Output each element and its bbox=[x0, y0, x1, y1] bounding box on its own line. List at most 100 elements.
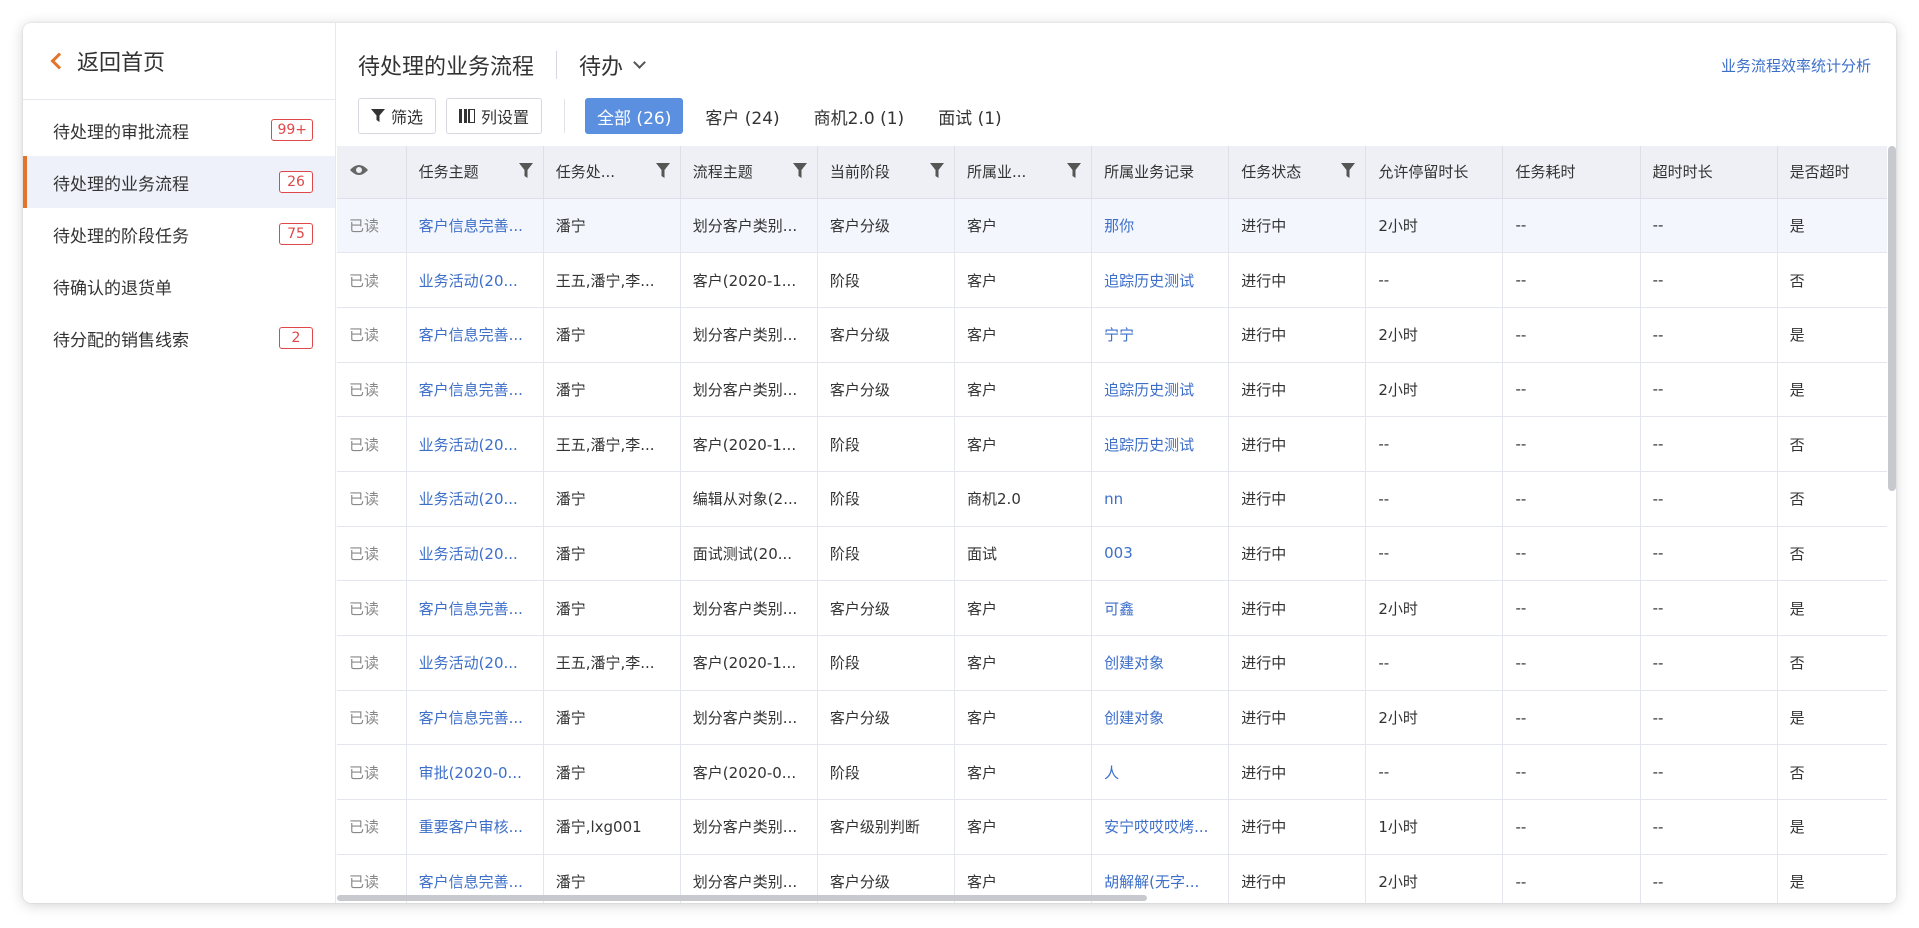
read-status-cell: 已读 bbox=[337, 416, 407, 472]
column-header[interactable]: 任务主题 bbox=[406, 146, 544, 199]
column-header[interactable]: 当前阶段 bbox=[817, 146, 956, 199]
business-record-link[interactable]: nn bbox=[1091, 471, 1230, 527]
business-record-link[interactable]: 创建对象 bbox=[1091, 690, 1230, 746]
table-cell: 潘宁,lxg001 bbox=[543, 799, 681, 855]
task-subject-link[interactable]: 业务活动(20... bbox=[406, 416, 544, 472]
tab-all[interactable]: 全部 (26) bbox=[585, 98, 684, 134]
column-settings-button[interactable]: 列设置 bbox=[446, 98, 543, 134]
task-subject-link[interactable]: 客户信息完善... bbox=[406, 362, 544, 418]
task-subject-link[interactable]: 审批(2020-0... bbox=[406, 744, 544, 801]
table-cell: 2小时 bbox=[1365, 690, 1504, 746]
table-cell: 进行中 bbox=[1228, 799, 1367, 855]
table-cell: 客户 bbox=[954, 635, 1093, 691]
table-row[interactable]: 已读 重要客户审核... 潘宁,lxg001 划分客户类别... 客户级别判断 客户 安宁哎… bbox=[337, 799, 1887, 855]
table-row[interactable]: 已读 客户信息完善... 潘宁 划分客户类别... 客户分级 客户 可鑫 进行中 2小时 -- --… bbox=[337, 580, 1887, 636]
table-cell: 进行中 bbox=[1228, 198, 1367, 254]
table-cell: 进行中 bbox=[1228, 307, 1367, 363]
tab-interview[interactable]: 面试 (1) bbox=[926, 98, 1013, 134]
table-row[interactable]: 已读 业务活动(20... 王五,潘宁,李... 客户(2020-1... 阶段 客户 创建… bbox=[337, 635, 1887, 691]
task-subject-link[interactable]: 业务活动(20... bbox=[406, 471, 544, 527]
table-cell: 进行中 bbox=[1228, 690, 1367, 746]
count-badge: 2 bbox=[279, 327, 313, 349]
column-header[interactable]: 任务耗时 bbox=[1502, 146, 1641, 199]
column-header[interactable]: 任务处... bbox=[543, 146, 681, 199]
tab-customer[interactable]: 客户 (24) bbox=[693, 98, 791, 134]
table-row[interactable]: 已读 业务活动(20... 王五,潘宁,李... 客户(2020-1... 阶段 客户 追踪… bbox=[337, 252, 1887, 308]
table-cell: -- bbox=[1640, 471, 1778, 527]
business-record-link[interactable]: 宁宁 bbox=[1091, 307, 1230, 363]
business-record-link[interactable]: 安宁哎哎哎烤... bbox=[1091, 799, 1230, 855]
task-subject-link[interactable]: 客户信息完善... bbox=[406, 198, 544, 254]
filter-icon[interactable] bbox=[930, 163, 945, 183]
table-row[interactable]: 已读 业务活动(20... 王五,潘宁,李... 客户(2020-1... 阶段 客户 追踪… bbox=[337, 416, 1887, 472]
table-cell: 潘宁 bbox=[543, 471, 681, 527]
table-cell: -- bbox=[1365, 526, 1504, 582]
business-record-link[interactable]: 追踪历史测试 bbox=[1091, 362, 1230, 418]
business-record-link[interactable]: 那你 bbox=[1091, 198, 1230, 254]
view-select-dropdown[interactable]: 待办 bbox=[579, 49, 646, 81]
table-cell: 阶段 bbox=[817, 416, 956, 472]
table-row[interactable]: 已读 业务活动(20... 潘宁 编辑从对象(2... 阶段 商机2.0 nn 进行中 -- --… bbox=[337, 471, 1887, 527]
column-header[interactable]: 所属业务记录 bbox=[1091, 146, 1230, 199]
task-subject-link[interactable]: 业务活动(20... bbox=[406, 635, 544, 691]
business-record-link[interactable]: 003 bbox=[1091, 526, 1230, 582]
sidebar-item-stage-tasks[interactable]: 待处理的阶段任务 75 bbox=[23, 208, 335, 260]
filter-icon[interactable] bbox=[518, 163, 533, 183]
task-subject-link[interactable]: 客户信息完善... bbox=[406, 580, 544, 636]
table-cell: 2小时 bbox=[1365, 198, 1504, 254]
task-subject-link[interactable]: 客户信息完善... bbox=[406, 307, 544, 363]
table-row[interactable]: 已读 客户信息完善... 潘宁 划分客户类别... 客户分级 客户 创建对象 进行中 2小时 --… bbox=[337, 690, 1887, 746]
table-cell: 否 bbox=[1777, 252, 1887, 308]
tab-opportunity[interactable]: 商机2.0 (1) bbox=[802, 98, 917, 134]
table-cell: -- bbox=[1502, 744, 1641, 801]
filter-button[interactable]: 筛选 bbox=[358, 98, 437, 134]
table-row[interactable]: 已读 客户信息完善... 潘宁 划分客户类别... 客户分级 客户 追踪历史测试 进行中 2小时… bbox=[337, 362, 1887, 418]
column-header[interactable]: 任务状态 bbox=[1228, 146, 1367, 199]
business-record-link[interactable]: 追踪历史测试 bbox=[1091, 416, 1230, 472]
table-row[interactable]: 已读 客户信息完善... 潘宁 划分客户类别... 客户分级 客户 那你 进行中 2小时 -- --… bbox=[337, 198, 1887, 254]
sidebar-item-label: 待处理的阶段任务 bbox=[53, 226, 189, 247]
horizontal-scrollbar[interactable] bbox=[337, 893, 1887, 903]
table-cell: 客户 bbox=[954, 799, 1093, 855]
task-subject-link[interactable]: 业务活动(20... bbox=[406, 252, 544, 308]
scrollbar-thumb[interactable] bbox=[337, 895, 1147, 901]
business-record-link[interactable]: 创建对象 bbox=[1091, 635, 1230, 691]
table-cell: 潘宁 bbox=[543, 744, 681, 801]
column-header[interactable]: 允许停留时长 bbox=[1365, 146, 1504, 199]
sidebar-item-return-orders[interactable]: 待确认的退货单 bbox=[23, 260, 335, 312]
table-cell: 是 bbox=[1777, 198, 1887, 254]
filter-icon[interactable] bbox=[792, 163, 807, 183]
read-status-cell: 已读 bbox=[337, 635, 407, 691]
task-subject-link[interactable]: 客户信息完善... bbox=[406, 690, 544, 746]
read-status-cell: 已读 bbox=[337, 307, 407, 363]
scrollbar-thumb[interactable] bbox=[1888, 146, 1896, 491]
business-record-link[interactable]: 追踪历史测试 bbox=[1091, 252, 1230, 308]
column-header[interactable]: 所属业... bbox=[954, 146, 1093, 199]
column-header[interactable]: 是否超时 bbox=[1777, 146, 1887, 199]
table-cell: 潘宁 bbox=[543, 526, 681, 582]
table-cell: 否 bbox=[1777, 635, 1887, 691]
column-header[interactable]: 超时时长 bbox=[1640, 146, 1778, 199]
task-subject-link[interactable]: 业务活动(20... bbox=[406, 526, 544, 582]
vertical-scrollbar[interactable] bbox=[1887, 146, 1896, 903]
sidebar-item-sales-leads[interactable]: 待分配的销售线索 2 bbox=[23, 312, 335, 364]
filter-icon[interactable] bbox=[1067, 163, 1082, 183]
table-cell: -- bbox=[1502, 526, 1641, 582]
back-home-button[interactable]: 返回首页 bbox=[23, 23, 335, 100]
task-subject-link[interactable]: 重要客户审核... bbox=[406, 799, 544, 855]
toolbar-divider bbox=[564, 99, 566, 133]
table-row[interactable]: 已读 业务活动(20... 潘宁 面试测试(20... 阶段 面试 003 进行中 -- -- --… bbox=[337, 526, 1887, 582]
column-header[interactable]: 流程主题 bbox=[680, 146, 818, 199]
business-record-link[interactable]: 人 bbox=[1091, 744, 1230, 801]
filter-icon[interactable] bbox=[1341, 163, 1356, 183]
visibility-column-header[interactable] bbox=[337, 146, 407, 199]
filter-icon[interactable] bbox=[655, 163, 670, 183]
sidebar-item-business-flows[interactable]: 待处理的业务流程 26 bbox=[23, 156, 335, 208]
columns-icon bbox=[459, 109, 476, 123]
table-row[interactable]: 已读 审批(2020-0... 潘宁 客户(2020-0... 阶段 客户人进行中 -- --… bbox=[337, 744, 1887, 801]
sidebar-item-approval-flows[interactable]: 待处理的审批流程 99+ bbox=[23, 104, 335, 156]
read-status-cell: 已读 bbox=[337, 362, 407, 418]
table-row[interactable]: 已读 客户信息完善... 潘宁 划分客户类别... 客户分级 客户 宁宁 进行中 2小时 -- --… bbox=[337, 307, 1887, 363]
efficiency-stats-link[interactable]: 业务流程效率统计分析 bbox=[1721, 55, 1871, 76]
business-record-link[interactable]: 可鑫 bbox=[1091, 580, 1230, 636]
